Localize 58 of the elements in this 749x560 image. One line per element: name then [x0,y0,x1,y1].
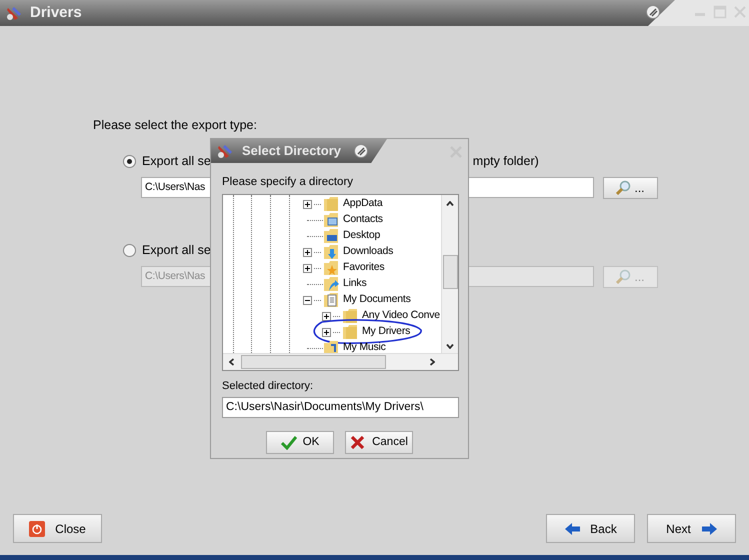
close-button[interactable]: Close [13,514,102,543]
selected-directory-label: Selected directory: [222,379,314,394]
export-type-prompt: Please select the export type: [93,117,258,134]
radio-label: mpty folder) [472,153,539,170]
magnifier-icon [616,269,632,284]
scroll-thumb[interactable] [241,355,386,370]
tree-item[interactable]: My Music [341,340,386,356]
vertical-scrollbar[interactable] [441,195,458,356]
tree-item[interactable]: My Documents [341,292,411,308]
radio-label: Export all se [142,153,211,170]
scroll-right-icon [430,358,435,366]
dialog-title: Select Directory [242,143,341,159]
next-button[interactable]: Next [647,514,736,543]
tree-item[interactable]: Links [341,276,367,292]
expand-toggle[interactable] [322,312,331,321]
contacts-folder-icon [323,212,339,228]
tree-item[interactable]: Contacts [341,212,383,228]
scroll-left-icon [229,358,234,366]
magnifier-icon [616,180,632,196]
expand-toggle[interactable] [303,248,312,257]
folder-icon [323,196,339,212]
back-button[interactable]: Back [546,514,635,543]
cross-icon [350,434,366,450]
selected-directory-field[interactable]: C:\Users\Nasir\Documents\My Drivers\ [222,396,459,418]
folder-icon [342,324,358,340]
app-logo-icon [6,5,22,21]
app-logo-icon [217,143,233,159]
right-arrow-icon [700,520,717,536]
power-icon [29,520,46,536]
left-arrow-icon [564,520,580,536]
tree-item[interactable]: Desktop [341,228,380,244]
collapse-toggle[interactable] [303,296,312,305]
tree-item[interactable]: Downloads [341,244,394,260]
tree-item[interactable]: Favorites [341,260,384,276]
horizontal-scrollbar[interactable] [223,353,458,370]
ok-button[interactable]: OK [266,430,334,454]
downloads-folder-icon [323,244,339,260]
radio-label: Export all se [142,242,211,260]
cancel-button[interactable]: Cancel [345,430,413,454]
browse-button[interactable]: ... [603,176,658,199]
radio-button[interactable] [123,155,136,168]
tree-item[interactable]: Any Video Conve [360,308,440,324]
scroll-down-icon [446,344,454,350]
expand-toggle[interactable] [303,264,312,273]
folder-tree[interactable]: AppData Contacts Desktop Downloads Favorites Links My Documents Any Video Conve My Drivers My Music [222,194,459,372]
tree-item[interactable]: AppData [341,196,382,212]
scroll-thumb[interactable] [443,255,458,290]
scroll-up-icon [446,201,454,206]
window-title: Drivers [30,2,82,23]
directory-prompt: Please specify a directory [222,175,354,190]
check-icon [280,434,297,450]
favorites-folder-icon [323,260,339,276]
desktop-folder-icon [323,228,339,244]
restore-icon [354,144,368,158]
documents-folder-icon [323,292,339,308]
links-folder-icon [323,276,339,292]
expand-toggle[interactable] [322,328,331,337]
expand-toggle[interactable] [303,200,312,209]
